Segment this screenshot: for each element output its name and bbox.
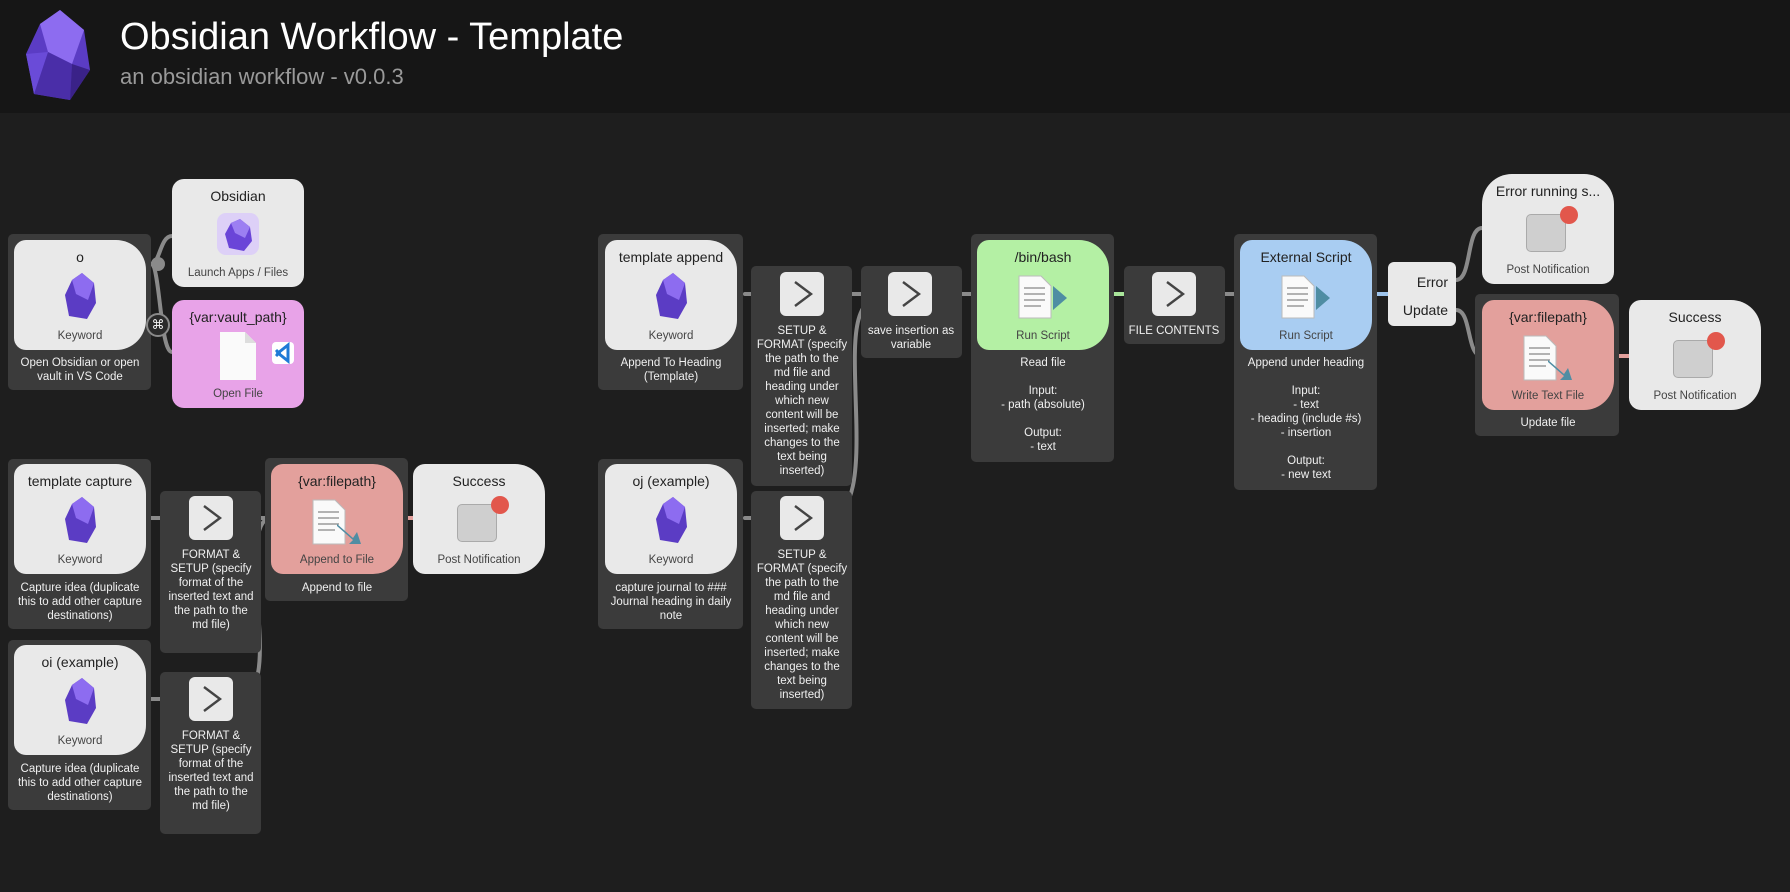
workflow-title: Obsidian Workflow - Template	[120, 16, 624, 58]
obsidian-icon	[656, 273, 687, 319]
append-to-file-card[interactable]: {var:filepath} Append to File	[271, 464, 403, 574]
cmd-modifier-icon: ⌘	[146, 313, 170, 337]
bin-bash-type: Run Script	[1016, 330, 1070, 342]
launch-obsidian-card[interactable]: Obsidian Launch Apps / Files	[172, 179, 304, 287]
file-contents-utility[interactable]	[1152, 272, 1196, 316]
notification-badge-icon	[1560, 206, 1578, 224]
launch-obsidian-type: Launch Apps / Files	[187, 267, 289, 279]
error-notification-card[interactable]: Error running s... Post Notification	[1482, 174, 1614, 284]
template-append-note: Append To Heading (Template)	[620, 357, 722, 383]
bin-bash-title: /bin/bash	[1014, 249, 1072, 265]
oi-example-title: oi (example)	[41, 654, 119, 670]
external-script-card[interactable]: External Script Run Script	[1240, 240, 1372, 350]
workflow-header: Obsidian Workflow - Template an obsidian…	[0, 0, 1790, 113]
keyword-o-output-port[interactable]	[151, 257, 165, 271]
oj-example-note: capture journal to ### Journal heading i…	[610, 582, 732, 622]
bin-bash-note: Read file Input: - path (absolute) Outpu…	[1001, 357, 1085, 453]
write-text-file-type: Write Text File	[1511, 390, 1585, 402]
keyword-o-note: Open Obsidian or open vault in VS Code	[20, 357, 140, 383]
oi-example-note: Capture idea (duplicate this to add othe…	[17, 763, 143, 803]
file-contents-note: FILE CONTENTS	[1128, 325, 1220, 337]
success-2-type: Post Notification	[1653, 390, 1737, 402]
append-file-icon	[312, 499, 361, 545]
script-icon	[1281, 275, 1330, 319]
script-icon	[1018, 275, 1067, 319]
success-1-type: Post Notification	[437, 554, 521, 566]
write-text-file-card[interactable]: {var:filepath} Write Text File	[1482, 300, 1614, 410]
open-file-card[interactable]: {var:vault_path} Open File	[172, 300, 304, 408]
keyword-o-title: o	[76, 249, 84, 265]
format-setup-2-note: FORMAT & SETUP (specify format of the in…	[168, 730, 254, 812]
append-to-file-title: {var:filepath}	[298, 473, 376, 489]
bin-bash-card[interactable]: /bin/bash Run Script	[977, 240, 1109, 350]
obsidian-icon	[65, 273, 96, 319]
chevron-right-icon	[794, 281, 813, 307]
template-append-card[interactable]: template append Keyword	[605, 240, 737, 350]
save-variable-note: save insertion as variable	[867, 325, 955, 351]
notification-icon	[1526, 214, 1566, 252]
template-capture-type: Keyword	[57, 554, 103, 566]
write-file-icon	[1523, 335, 1572, 381]
success-1-title: Success	[452, 473, 506, 489]
format-setup-2-utility[interactable]	[189, 677, 233, 721]
oj-example-type: Keyword	[648, 554, 694, 566]
error-notification-type: Post Notification	[1506, 264, 1590, 276]
success-1-card[interactable]: Success Post Notification	[413, 464, 545, 574]
notification-icon	[457, 504, 497, 542]
external-script-title: External Script	[1260, 249, 1352, 265]
obsidian-app-icon	[217, 213, 259, 255]
open-file-title: {var:vault_path}	[189, 309, 287, 325]
conditional-error-label: Error	[1416, 274, 1448, 290]
oi-example-type: Keyword	[57, 735, 103, 747]
chevron-right-icon	[203, 505, 222, 531]
write-text-file-note: Update file	[1520, 417, 1576, 429]
workflow-subtitle: an obsidian workflow - v0.0.3	[120, 64, 404, 89]
vscode-icon	[272, 341, 294, 365]
success-2-card[interactable]: Success Post Notification	[1629, 300, 1761, 410]
obsidian-icon	[65, 497, 96, 543]
obsidian-logo-icon	[26, 10, 90, 100]
chevron-right-icon	[794, 505, 813, 531]
external-script-note: Append under heading Input: - text - hea…	[1247, 357, 1365, 481]
launch-obsidian-title: Obsidian	[210, 188, 266, 204]
keyword-o-card[interactable]: o Keyword	[14, 240, 146, 350]
chevron-right-icon	[1166, 281, 1185, 307]
obsidian-icon	[65, 678, 96, 724]
notification-badge-icon	[1707, 332, 1725, 350]
setup-format-2-utility[interactable]	[780, 496, 824, 540]
error-notification-title: Error running s...	[1495, 183, 1601, 199]
template-capture-title: template capture	[27, 473, 133, 489]
connection-wires	[149, 226, 1631, 701]
save-variable-utility[interactable]	[888, 272, 932, 316]
oi-example-card[interactable]: oi (example) Keyword	[14, 645, 146, 755]
template-capture-card[interactable]: template capture Keyword	[14, 464, 146, 574]
conditional-update-label: Update	[1402, 302, 1448, 318]
open-file-type: Open File	[213, 388, 263, 400]
template-append-type: Keyword	[648, 330, 694, 342]
append-to-file-note: Append to file	[301, 582, 373, 594]
format-setup-1-utility[interactable]	[189, 496, 233, 540]
setup-format-1-utility[interactable]	[780, 272, 824, 316]
chevron-right-icon	[203, 686, 222, 712]
template-capture-note: Capture idea (duplicate this to add othe…	[17, 582, 143, 622]
template-append-title: template append	[618, 249, 724, 265]
keyword-o-type: Keyword	[57, 330, 103, 342]
oj-example-card[interactable]: oj (example) Keyword	[605, 464, 737, 574]
external-script-type: Run Script	[1279, 330, 1333, 342]
file-icon	[220, 332, 256, 380]
write-text-file-title: {var:filepath}	[1509, 309, 1587, 325]
conditional-card[interactable]: Error Update	[1388, 262, 1456, 326]
append-to-file-type: Append to File	[299, 554, 375, 566]
obsidian-icon	[656, 497, 687, 543]
notification-badge-icon	[491, 496, 509, 514]
success-2-title: Success	[1668, 309, 1722, 325]
notification-icon	[1673, 340, 1713, 378]
chevron-right-icon	[902, 281, 921, 307]
format-setup-1-note: FORMAT & SETUP (specify format of the in…	[168, 549, 254, 631]
setup-format-2-note: SETUP & FORMAT (specify the path to the …	[756, 549, 848, 701]
oj-example-title: oj (example)	[632, 473, 710, 489]
setup-format-1-note: SETUP & FORMAT (specify the path to the …	[756, 325, 848, 477]
